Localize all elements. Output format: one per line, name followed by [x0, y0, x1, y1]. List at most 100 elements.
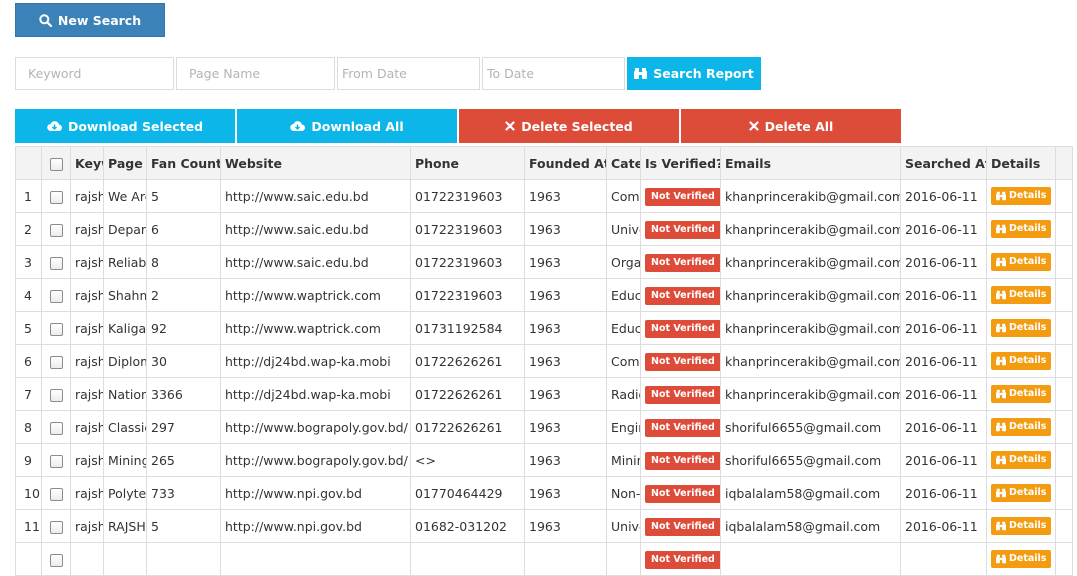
binoculars-icon — [996, 422, 1006, 432]
details-label: Details — [1009, 388, 1047, 399]
keyword-input[interactable] — [15, 57, 174, 90]
col-header-is-verified[interactable]: Is Verified? — [640, 146, 721, 180]
not-verified-badge: Not Verified — [645, 550, 720, 569]
cell-email: khanprincerakib@gmail.com — [720, 245, 901, 279]
cell-founded-at: 1963 — [524, 509, 607, 543]
details-button[interactable]: Details — [991, 319, 1052, 337]
details-button[interactable]: Details — [991, 352, 1052, 370]
delete-all-label: Delete All — [764, 118, 834, 134]
col-header-phone[interactable]: Phone — [410, 146, 525, 180]
table-row: 11 rajshahiRAJSHAHI5http://www.npi.gov.bd… — [15, 509, 1073, 543]
row-number: 8 — [15, 410, 42, 444]
cell-searched-at: 2016-06-11 — [900, 377, 987, 411]
cell-scroll — [1055, 377, 1073, 411]
row-checkbox[interactable] — [41, 542, 71, 576]
col-header-category[interactable]: Category — [606, 146, 641, 180]
cell-verified: Not Verified — [640, 344, 721, 378]
delete-selected-button[interactable]: Delete Selected — [459, 109, 679, 143]
details-label: Details — [1009, 421, 1047, 432]
col-header-keyword[interactable]: Keyword — [70, 146, 104, 180]
from-date-input[interactable] — [337, 57, 480, 90]
col-header-fan-count[interactable]: Fan Count — [146, 146, 221, 180]
row-number: 3 — [15, 245, 42, 279]
cell-keyword: rajshahi — [70, 278, 104, 312]
cell-scroll — [1055, 212, 1073, 246]
cell-verified: Not Verified — [640, 542, 721, 576]
details-button[interactable]: Details — [991, 286, 1052, 304]
row-number — [15, 542, 42, 576]
cell-website: http://www.saic.edu.bd — [220, 179, 411, 213]
table-row: 6 rajshahiDiploma30http://dj24bd.wap-ka.m… — [15, 344, 1073, 378]
search-report-button[interactable]: Search Report — [627, 57, 761, 90]
cell-fan-count: 5 — [146, 179, 221, 213]
details-button[interactable]: Details — [991, 220, 1052, 238]
cell-searched-at: 2016-06-11 — [900, 344, 987, 378]
details-button[interactable]: Details — [991, 484, 1052, 502]
row-checkbox[interactable] — [41, 278, 71, 312]
cell-verified: Not Verified — [640, 410, 721, 444]
row-checkbox[interactable] — [41, 377, 71, 411]
cell-details: Details — [986, 278, 1056, 312]
cell-email: khanprincerakib@gmail.com — [720, 377, 901, 411]
select-all-checkbox[interactable] — [41, 146, 71, 180]
cell-scroll — [1055, 344, 1073, 378]
delete-all-button[interactable]: Delete All — [681, 109, 901, 143]
col-header-emails[interactable]: Emails — [720, 146, 901, 180]
cell-scroll — [1055, 311, 1073, 345]
binoculars-icon — [996, 257, 1006, 267]
row-checkbox[interactable] — [41, 179, 71, 213]
cell-scroll — [1055, 245, 1073, 279]
cell-fan-count: 297 — [146, 410, 221, 444]
cell-details: Details — [986, 179, 1056, 213]
details-button[interactable]: Details — [991, 451, 1052, 469]
not-verified-badge: Not Verified — [645, 484, 720, 503]
page-name-input[interactable] — [176, 57, 335, 90]
row-checkbox[interactable] — [41, 476, 71, 510]
cell-fan-count: 8 — [146, 245, 221, 279]
cell-details: Details — [986, 476, 1056, 510]
cell-email — [720, 542, 901, 576]
to-date-input[interactable] — [482, 57, 625, 90]
row-checkbox[interactable] — [41, 212, 71, 246]
col-header-website[interactable]: Website — [220, 146, 411, 180]
table-row: 3 rajshahiReliable8http://www.saic.edu.bd… — [15, 245, 1073, 279]
col-header-founded-at[interactable]: Founded At — [524, 146, 607, 180]
close-icon — [749, 121, 759, 131]
row-checkbox[interactable] — [41, 410, 71, 444]
cell-keyword: rajshahi — [70, 476, 104, 510]
binoculars-icon — [996, 455, 1006, 465]
row-number: 5 — [15, 311, 42, 345]
row-number: 4 — [15, 278, 42, 312]
download-selected-button[interactable]: Download Selected — [15, 109, 235, 143]
details-button[interactable]: Details — [991, 517, 1052, 535]
row-checkbox[interactable] — [41, 311, 71, 345]
table-row: 5 rajshahiKaligaon92http://www.waptrick.c… — [15, 311, 1073, 345]
download-all-button[interactable]: Download All — [237, 109, 457, 143]
cell-page-name: Reliable — [103, 245, 147, 279]
row-checkbox[interactable] — [41, 443, 71, 477]
details-label: Details — [1009, 223, 1047, 234]
cell-founded-at: 1963 — [524, 410, 607, 444]
details-button[interactable]: Details — [991, 253, 1052, 271]
details-button[interactable]: Details — [991, 418, 1052, 436]
row-checkbox[interactable] — [41, 245, 71, 279]
cell-scroll — [1055, 410, 1073, 444]
not-verified-badge: Not Verified — [645, 418, 720, 437]
details-label: Details — [1009, 454, 1047, 465]
row-checkbox[interactable] — [41, 344, 71, 378]
new-search-button[interactable]: New Search — [15, 3, 165, 37]
cell-searched-at: 2016-06-11 — [900, 509, 987, 543]
cell-website: http://www.waptrick.com — [220, 278, 411, 312]
cell-fan-count: 92 — [146, 311, 221, 345]
binoculars-icon — [996, 389, 1006, 399]
cell-founded-at: 1963 — [524, 377, 607, 411]
col-header-searched-at[interactable]: Searched At — [900, 146, 987, 180]
col-header-page-name[interactable]: Page Name — [103, 146, 147, 180]
details-button[interactable]: Details — [991, 550, 1052, 568]
cell-email: iqbalalam58@gmail.com — [720, 509, 901, 543]
row-checkbox[interactable] — [41, 509, 71, 543]
details-button[interactable]: Details — [991, 187, 1052, 205]
details-button[interactable]: Details — [991, 385, 1052, 403]
cell-verified: Not Verified — [640, 212, 721, 246]
not-verified-badge: Not Verified — [645, 220, 720, 239]
